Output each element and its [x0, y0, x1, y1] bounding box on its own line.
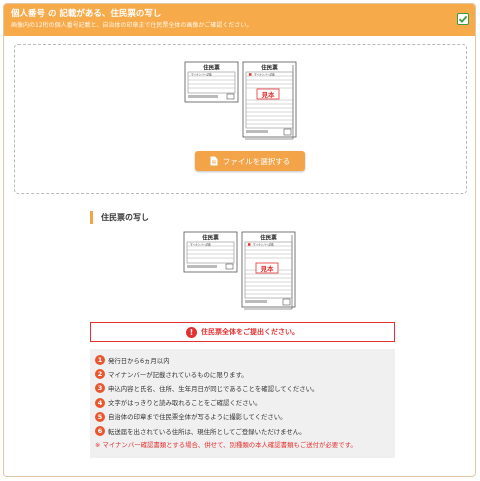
- additional-document-warning: ※ マイナンバー確認書類とする場合、併せて、別種類の本人確認書類もご送付が必要で…: [95, 441, 357, 450]
- list-item-text: マイナンバーが記載されているものに限ります。: [108, 370, 248, 379]
- file-icon: [210, 156, 218, 166]
- mynumber-stamp-text: マイナンバー記載: [191, 72, 212, 76]
- example-mynumber-stamp-text: マイナンバー記載: [190, 242, 211, 246]
- list-item-text: 転送届を出されている住所は、現住所としてご登録いただけません。: [108, 427, 306, 436]
- resident-record-example-illustration: 住民票 マイナンバー記載 住民票 マイナンバー記載 見本: [183, 231, 296, 310]
- section-title: 住民票の写し: [90, 211, 149, 224]
- completed-checkbox[interactable]: [457, 13, 469, 25]
- list-item: 1 発行日から6ヵ月以内: [95, 353, 395, 367]
- example-doc-title-text: 住民票: [202, 234, 219, 242]
- resident-record-sample-illustration: 住民票 マイナンバー記載 住民票 マイナンバー記載 見本: [184, 61, 297, 140]
- number-badge: 5: [95, 411, 105, 422]
- card-header: 個人番号 の 記載がある、住民票の写し 画像内の12桁の個人番号記載と、自治体の…: [4, 4, 475, 36]
- number-badge: 4: [95, 397, 105, 408]
- doc-title-text-2: 住民票: [261, 64, 278, 72]
- card-subtitle: 画像内の12桁の個人番号記載と、自治体の印章まで住民票全体の画像かご確認ください…: [11, 22, 253, 29]
- requirements-list: 1 発行日から6ヵ月以内 2 マイナンバーが記載されているものに限ります。 3 …: [90, 349, 395, 458]
- submission-alert: ! 住民票全体をご提出ください。: [90, 322, 395, 342]
- list-item: 3 申込内容と氏名、住所、生年月日が同じであることを確認してください。: [95, 381, 395, 395]
- check-icon: [458, 15, 468, 23]
- list-item-text: 自治体の印章まで住民票全体が写るように撮影してください。: [108, 413, 287, 422]
- list-item: 6 転送届を出されている住所は、現住所としてご登録いただけません。: [95, 424, 395, 438]
- number-badge: 6: [95, 426, 105, 437]
- document-upload-card: 個人番号 の 記載がある、住民票の写し 画像内の12桁の個人番号記載と、自治体の…: [3, 3, 476, 477]
- example-sample-stamp-text: 見本: [260, 264, 275, 273]
- example-mynumber-stamp-text-2: マイナンバー記載: [253, 242, 274, 246]
- card-title: 個人番号 の 記載がある、住民票の写し: [11, 9, 162, 19]
- list-item-text: 申込内容と氏名、住所、生年月日が同じであることを確認してください。: [108, 384, 319, 393]
- mynumber-stamp-text-2: マイナンバー記載: [254, 72, 275, 76]
- list-item-text: 文字がはっきりと読み取れることをご確認ください。: [108, 399, 262, 408]
- example-doc-title-text-2: 住民票: [260, 234, 277, 242]
- list-item: 4 文字がはっきりと読み取れることをご確認ください。: [95, 396, 395, 410]
- select-file-button[interactable]: ファイルを選択する: [195, 151, 305, 171]
- number-badge: 2: [95, 369, 105, 380]
- exclamation-icon: !: [186, 326, 197, 338]
- list-item-text: 発行日から6ヵ月以内: [108, 356, 170, 365]
- alert-text: 住民票全体をご提出ください。: [201, 328, 299, 336]
- doc-title-text: 住民票: [203, 64, 220, 72]
- list-item: 5 自治体の印章まで住民票全体が写るように撮影してください。: [95, 410, 395, 424]
- list-item: 2 マイナンバーが記載されているものに限ります。: [95, 367, 395, 381]
- file-drop-area[interactable]: 住民票 マイナンバー記載 住民票 マイナンバー記載 見本 ファイルを選択する: [14, 44, 467, 194]
- sample-stamp-text: 見本: [261, 90, 276, 99]
- number-badge: 1: [95, 355, 105, 366]
- number-badge: 3: [95, 383, 105, 394]
- select-file-label: ファイルを選択する: [222, 156, 291, 166]
